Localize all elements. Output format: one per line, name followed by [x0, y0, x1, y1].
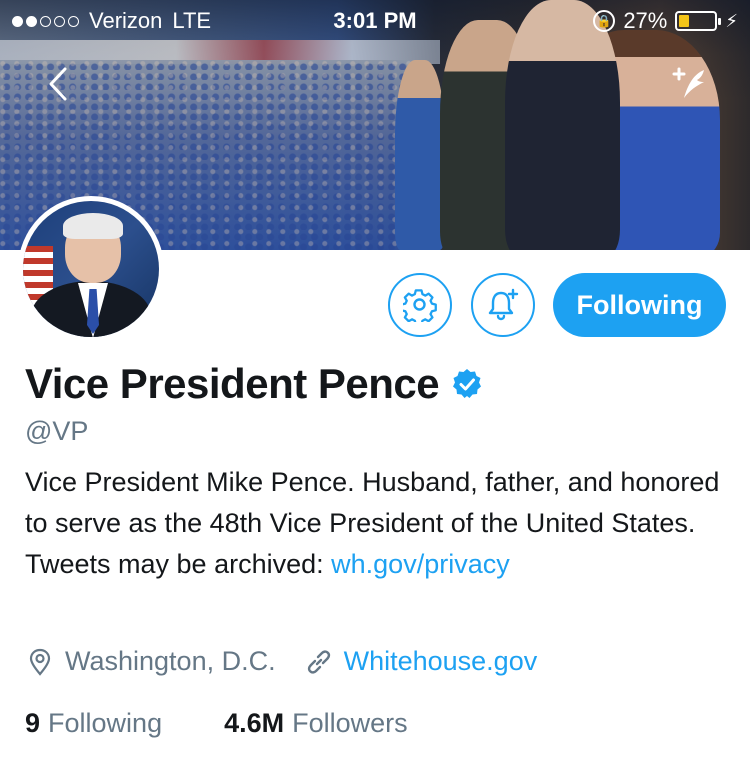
location-pin-icon: [29, 648, 51, 676]
status-right: 🔒 27% ⚡: [593, 8, 738, 34]
gear-icon: [403, 289, 437, 322]
profile-name: Vice President Pence: [25, 360, 440, 407]
charging-bolt-icon: ⚡: [725, 10, 738, 31]
following-stat[interactable]: 9 Following: [25, 708, 162, 739]
person-figure: [395, 60, 445, 250]
back-button[interactable]: [38, 62, 78, 106]
compose-button[interactable]: [668, 62, 712, 106]
notifications-button[interactable]: [471, 273, 535, 337]
settings-button[interactable]: [388, 273, 452, 337]
profile-screen: Verizon LTE 3:01 PM 🔒 27% ⚡ Following Vi…: [0, 0, 750, 764]
avatar[interactable]: [18, 196, 164, 342]
display-name: Vice President Pence: [25, 360, 483, 408]
website-link[interactable]: Whitehouse.gov: [344, 646, 538, 677]
avatar-hair: [63, 213, 123, 239]
status-bar: Verizon LTE 3:01 PM 🔒 27% ⚡: [0, 0, 750, 40]
following-button[interactable]: Following: [553, 273, 726, 337]
followers-count: 4.6M: [224, 708, 285, 738]
website-item[interactable]: Whitehouse.gov: [304, 646, 538, 677]
profile-bio: Vice President Mike Pence. Husband, fath…: [25, 462, 735, 585]
avatar-photo: [23, 201, 159, 337]
following-count: 9: [25, 708, 41, 738]
location-item: Washington, D.C.: [25, 646, 276, 677]
verified-badge-icon: [453, 369, 482, 398]
following-label: Following: [48, 708, 163, 738]
profile-handle: @VP: [25, 416, 89, 446]
rotation-lock-icon: 🔒: [593, 10, 616, 32]
battery-fill: [679, 15, 689, 27]
followers-stat[interactable]: 4.6M Followers: [224, 708, 408, 739]
compose-tweet-icon: [672, 67, 704, 98]
chevron-left-icon: [49, 67, 67, 101]
bio-link[interactable]: wh.gov/privacy: [331, 549, 510, 579]
battery-icon: [675, 11, 722, 31]
profile-stats: 9 Following 4.6M Followers: [25, 708, 408, 739]
link-icon: [307, 649, 330, 674]
bell-plus-icon: [488, 288, 519, 321]
profile-meta: Washington, D.C. Whitehouse.gov: [25, 646, 537, 677]
battery-percent: 27%: [623, 8, 668, 33]
followers-label: Followers: [292, 708, 408, 738]
location-text: Washington, D.C.: [65, 646, 276, 676]
